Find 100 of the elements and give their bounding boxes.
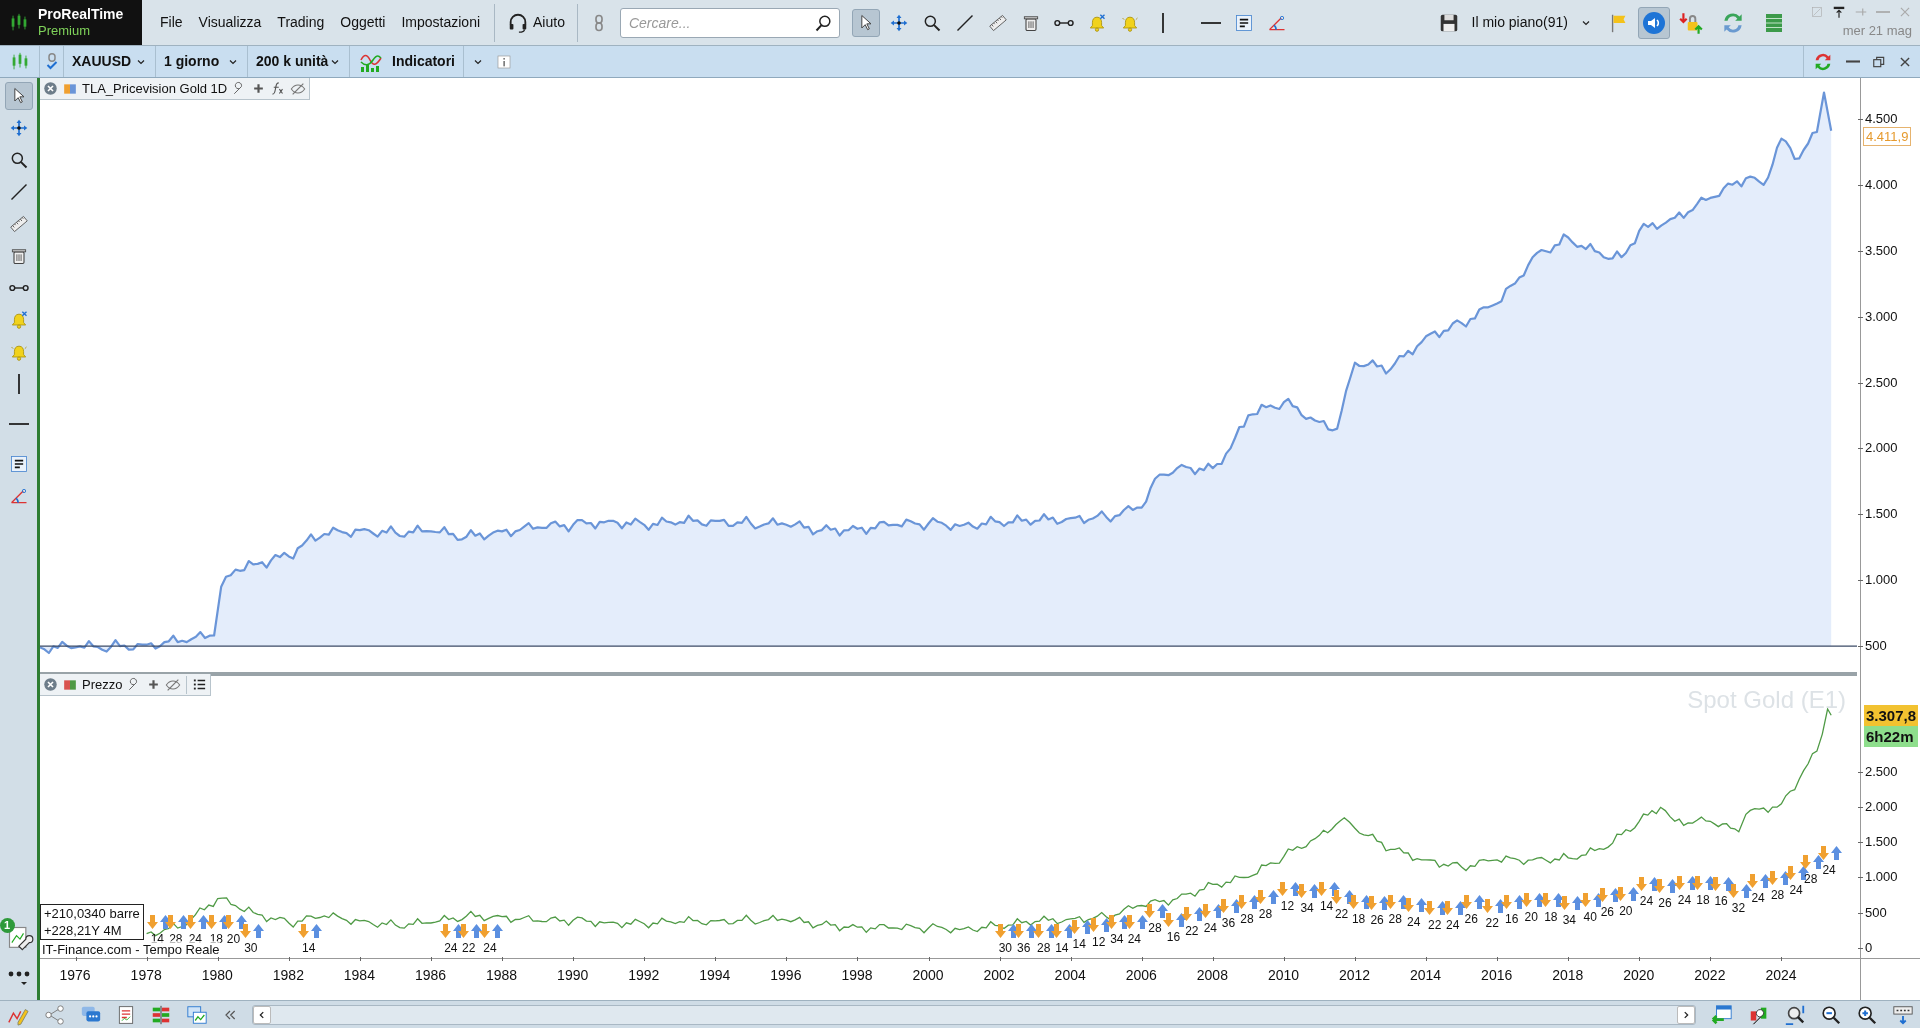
function-icon (270, 81, 286, 96)
signal-label: 22 (1185, 924, 1199, 937)
speaker-icon (1642, 10, 1666, 35)
help-button[interactable]: Aiuto (503, 11, 569, 34)
swatch-icon (63, 677, 77, 692)
axis-label: 2020 (1623, 966, 1655, 985)
signal-label: 36 (1221, 916, 1236, 929)
menu-item[interactable]: Oggetti (334, 12, 392, 33)
signal-arrows-icon (1236, 893, 1261, 910)
indicator-name: Prezzo (82, 675, 123, 694)
axis-label: 2006 (1125, 966, 1157, 985)
signal-arrows-icon (1654, 877, 1679, 894)
signal-label: 12 (1092, 936, 1106, 949)
move-arrows-icon (8, 118, 29, 138)
signal-arrows-icon (240, 923, 265, 940)
signal-label: 30 (244, 942, 258, 955)
symbol-dropdown[interactable]: XAUUSD (64, 46, 156, 77)
axis-label: 1.500 (1865, 507, 1898, 521)
axis-label: 1996 (770, 966, 802, 985)
indicators-button[interactable]: Indicatori (350, 46, 464, 77)
axis-label: 4.500 (1865, 111, 1898, 125)
scroll-right-button[interactable] (1677, 1005, 1695, 1024)
signal-arrows-icon (1013, 923, 1038, 940)
menu-item[interactable]: Visualizza (192, 12, 268, 33)
sound-toggle[interactable] (1638, 6, 1670, 39)
windows-chart-icon (186, 1003, 208, 1026)
signal-label: 28 (1148, 921, 1162, 934)
workspace-dropdown[interactable]: Il mio piano(91) (1471, 12, 1592, 33)
signal-arrows-icon (1460, 894, 1485, 911)
axis-label: 1976 (59, 966, 91, 985)
axis-label: 2012 (1338, 966, 1371, 985)
units-dropdown[interactable]: 200 k unità (248, 46, 350, 77)
axis-label: 1.500 (1865, 835, 1898, 849)
share-icon (44, 1003, 66, 1026)
text-tool-icon (8, 454, 29, 474)
close-circle-icon (43, 677, 58, 692)
connector-icon (8, 284, 29, 292)
measure-reading: +210,0340 barre (44, 905, 140, 922)
signal-arrows-icon (1747, 872, 1772, 889)
signal-arrows-icon (1424, 899, 1448, 916)
plus-icon (147, 678, 161, 691)
signal-arrows-icon (1501, 893, 1526, 910)
signal-label: 20 (1619, 904, 1633, 917)
signal-label: 24 (1446, 919, 1460, 932)
signal-arrows-icon (1347, 893, 1372, 910)
menu-item[interactable]: Impostazioni (395, 12, 487, 33)
zoom-in-icon (1856, 1003, 1878, 1026)
zoom-fit-icon (1784, 1003, 1806, 1026)
axis-label: 1982 (272, 966, 304, 985)
signal-label: 24 (1789, 884, 1803, 897)
signal-arrows-icon (1615, 885, 1640, 902)
horizontal-line-icon (8, 422, 29, 426)
signal-label: 34 (1110, 933, 1124, 946)
axis-label: 2010 (1267, 966, 1300, 985)
axis-label: 1992 (628, 966, 660, 985)
axis-label: 3.000 (1865, 309, 1898, 323)
signal-arrows-icon (1033, 923, 1057, 940)
signal-arrows-icon (1442, 900, 1467, 917)
signal-arrows-icon (1800, 854, 1824, 871)
signal-label: 16 (1714, 895, 1728, 908)
menu-item[interactable]: Trading (271, 12, 331, 33)
horizontal-scrollbar[interactable] (252, 1004, 1696, 1025)
signal-label: 18 (1696, 894, 1710, 907)
signal-arrows-icon (458, 922, 482, 939)
indicator-name: TLA_Pricevision Gold 1D (82, 79, 228, 98)
axis-label: 2016 (1481, 966, 1513, 985)
menu-item[interactable]: File (154, 12, 189, 33)
search-field[interactable]: Cercare... (619, 7, 840, 38)
signal-arrows-icon (1727, 882, 1752, 899)
signal-label: 26 (1370, 914, 1384, 927)
signal-label: 26 (1464, 913, 1478, 926)
last-price-tag: 3.307,8 (1864, 705, 1919, 727)
signal-label: 16 (1166, 930, 1181, 943)
axis-label: 1978 (130, 966, 162, 985)
signal-label: 28 (1240, 912, 1254, 925)
text-tool-icon (1233, 12, 1254, 33)
signal-arrows-icon (1673, 875, 1698, 892)
signal-arrows-icon (298, 923, 323, 940)
axis-label: 500 (1865, 905, 1887, 919)
keyboard-down-icon (1892, 1003, 1914, 1026)
signal-label: 12 (1280, 900, 1295, 913)
axis-label: 2024 (1765, 966, 1797, 985)
signal-label: 26 (1600, 906, 1615, 919)
axis-label: 2022 (1694, 966, 1726, 985)
axis-label: 1980 (201, 966, 233, 985)
signal-arrows-icon (1123, 913, 1148, 930)
period-dropdown[interactable]: 1 giorno (156, 46, 248, 77)
axis-label: 0 (1865, 940, 1873, 954)
signal-label: 28 (1258, 907, 1273, 920)
signal-label: 16 (1505, 912, 1519, 925)
signal-arrows-icon (1520, 892, 1545, 909)
signal-label: 40 (1583, 911, 1597, 924)
signal-label: 18 (1544, 911, 1558, 924)
signal-label: 30 (998, 942, 1013, 955)
window-top-icon (1832, 4, 1846, 19)
signal-arrows-icon (1579, 892, 1604, 909)
signal-label: 28 (1388, 912, 1402, 925)
signal-label: 18 (1351, 912, 1366, 925)
scroll-left-button[interactable] (253, 1005, 271, 1024)
signal-label: 36 (1017, 942, 1031, 955)
